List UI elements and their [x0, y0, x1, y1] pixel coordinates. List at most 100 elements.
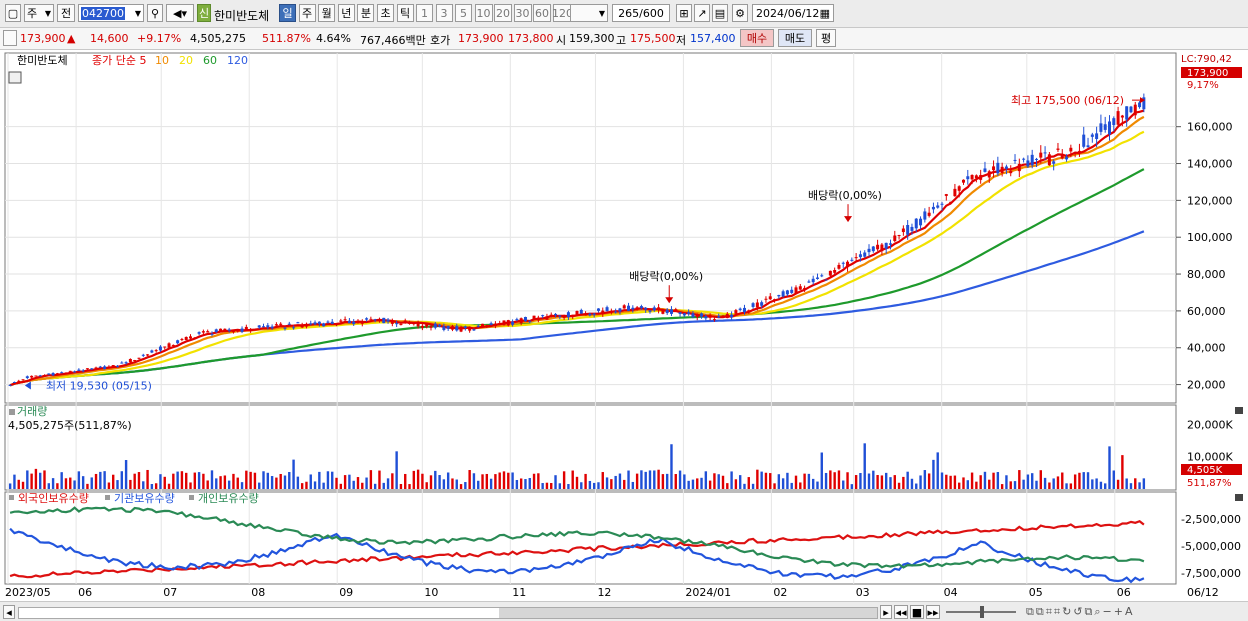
candle-body: [635, 307, 639, 309]
interval-select[interactable]: ▼: [570, 4, 608, 22]
period-tab[interactable]: 분: [357, 4, 375, 22]
candle-body: [262, 326, 266, 328]
stock-chart[interactable]: 한미반도체 종가 단순 5 10 20 60 120 최고 175,500 (06/12…: [0, 50, 1248, 601]
sell-button[interactable]: 매도: [778, 29, 812, 47]
candle-body: [712, 319, 716, 321]
candle-body: [47, 373, 51, 375]
draw-icon[interactable]: ↗: [694, 4, 710, 22]
stop-icon[interactable]: ■: [910, 605, 924, 619]
quote-bar: 173,900 ▲ 14,600 +9.17% 4,505,275 511.87…: [0, 28, 1248, 50]
candle-body: [43, 375, 47, 377]
candle-body: [124, 362, 128, 364]
period-tab[interactable]: 월: [318, 4, 336, 22]
count-input[interactable]: 265/600: [612, 4, 670, 22]
candle-body: [970, 174, 974, 180]
table-icon[interactable]: [8, 71, 22, 84]
candle-body: [68, 370, 72, 372]
candle-body: [81, 370, 85, 372]
candle-body: [644, 307, 648, 310]
interval-tab[interactable]: 3: [435, 4, 453, 22]
speaker-icon[interactable]: ◀▾: [166, 4, 194, 22]
volume-bar: [189, 482, 192, 489]
scroll-right-arrow[interactable]: ▸: [880, 605, 892, 619]
market-type-select[interactable]: 주 ▼: [24, 4, 54, 22]
volume-bar: [180, 471, 184, 489]
volume-bar: [1138, 482, 1141, 489]
volume-bar: [1013, 481, 1017, 489]
buy-button[interactable]: 매수: [740, 29, 774, 47]
close-icon[interactable]: [1235, 407, 1243, 414]
open-label: 시: [556, 34, 567, 47]
interval-tab[interactable]: 60: [533, 4, 551, 22]
close-icon[interactable]: [1235, 494, 1243, 501]
candle-body: [249, 329, 253, 331]
interval-tab[interactable]: 5: [455, 4, 472, 22]
date-tick-label: 10: [424, 586, 438, 599]
candle-body: [429, 326, 433, 328]
candle-body: [863, 252, 867, 257]
candle-body: [657, 307, 661, 311]
candle-body: [979, 174, 983, 180]
volume-bar: [421, 473, 424, 489]
period-tab[interactable]: 주: [298, 4, 316, 22]
scroll-left-arrow[interactable]: ◂: [3, 605, 15, 619]
volume-bar: [210, 470, 214, 489]
period-tab[interactable]: 초: [377, 4, 394, 22]
candle-body: [506, 320, 510, 326]
prev-button[interactable]: 전: [57, 4, 75, 22]
candle-body: [240, 328, 244, 332]
candle-body: [12, 381, 16, 383]
scroll-thumb[interactable]: [499, 608, 877, 618]
volume-bar: [665, 473, 669, 489]
candle-body: [21, 379, 25, 381]
volume-bar: [528, 478, 531, 489]
volume-bar: [416, 469, 420, 489]
extra-button[interactable]: 평: [816, 29, 836, 47]
volume-bar: [511, 472, 514, 489]
rewind-icon[interactable]: ◂◂: [894, 605, 908, 619]
candle-body: [485, 325, 489, 327]
period-tab[interactable]: 년: [337, 4, 355, 22]
date-tick-label: 06: [78, 586, 92, 599]
speed-slider-handle[interactable]: [980, 606, 984, 618]
chevron-down-icon: ▼: [598, 8, 605, 18]
high-label: 고: [616, 34, 627, 47]
volume-bar: [137, 472, 141, 489]
zoom-icon[interactable]: ⊞: [676, 4, 692, 22]
trade-value: 767,466백만: [360, 34, 426, 47]
window-menu-icon[interactable]: ▢: [5, 4, 21, 22]
save-icon[interactable]: ▤: [712, 4, 728, 22]
tool-icons[interactable]: ⧉⧉⌗⌗↻↺⧉⌕−+A: [1026, 605, 1135, 619]
price-change: 14,600: [90, 32, 129, 45]
period-tab[interactable]: 틱: [396, 4, 414, 22]
volume-bar: [687, 480, 690, 489]
forward-icon[interactable]: ▸▸: [926, 605, 940, 619]
candle-body: [94, 367, 98, 370]
volume-bar: [266, 472, 270, 489]
candle-body: [725, 313, 729, 319]
candle-body: [373, 319, 377, 321]
search-icon[interactable]: ⚲: [147, 4, 163, 22]
checkbox[interactable]: [3, 30, 17, 46]
interval-tab[interactable]: 10: [474, 4, 493, 22]
interval-tab[interactable]: 30: [513, 4, 532, 22]
volume-bar: [288, 472, 291, 489]
volume-bar: [614, 475, 617, 489]
candle-body: [742, 307, 746, 313]
volume-bar: [859, 472, 862, 489]
gear-icon[interactable]: ⚙: [732, 4, 748, 22]
volume-bar: [296, 476, 300, 489]
candle-body: [468, 326, 472, 331]
volume-bar: [468, 470, 471, 489]
scroll-track[interactable]: [18, 607, 878, 619]
period-tab[interactable]: 일: [279, 4, 296, 22]
volume-bar: [1108, 446, 1111, 489]
volume-bar: [721, 475, 725, 489]
date-input[interactable]: 2024/06/12 ▦: [752, 4, 834, 22]
volume-ratio: 511.87%: [262, 32, 311, 45]
interval-tab[interactable]: 20: [494, 4, 512, 22]
volume-bar: [880, 475, 884, 489]
volume-bar: [335, 477, 338, 489]
interval-tab[interactable]: 1: [416, 4, 433, 22]
stock-code-input[interactable]: 042700 ▼: [78, 4, 144, 22]
